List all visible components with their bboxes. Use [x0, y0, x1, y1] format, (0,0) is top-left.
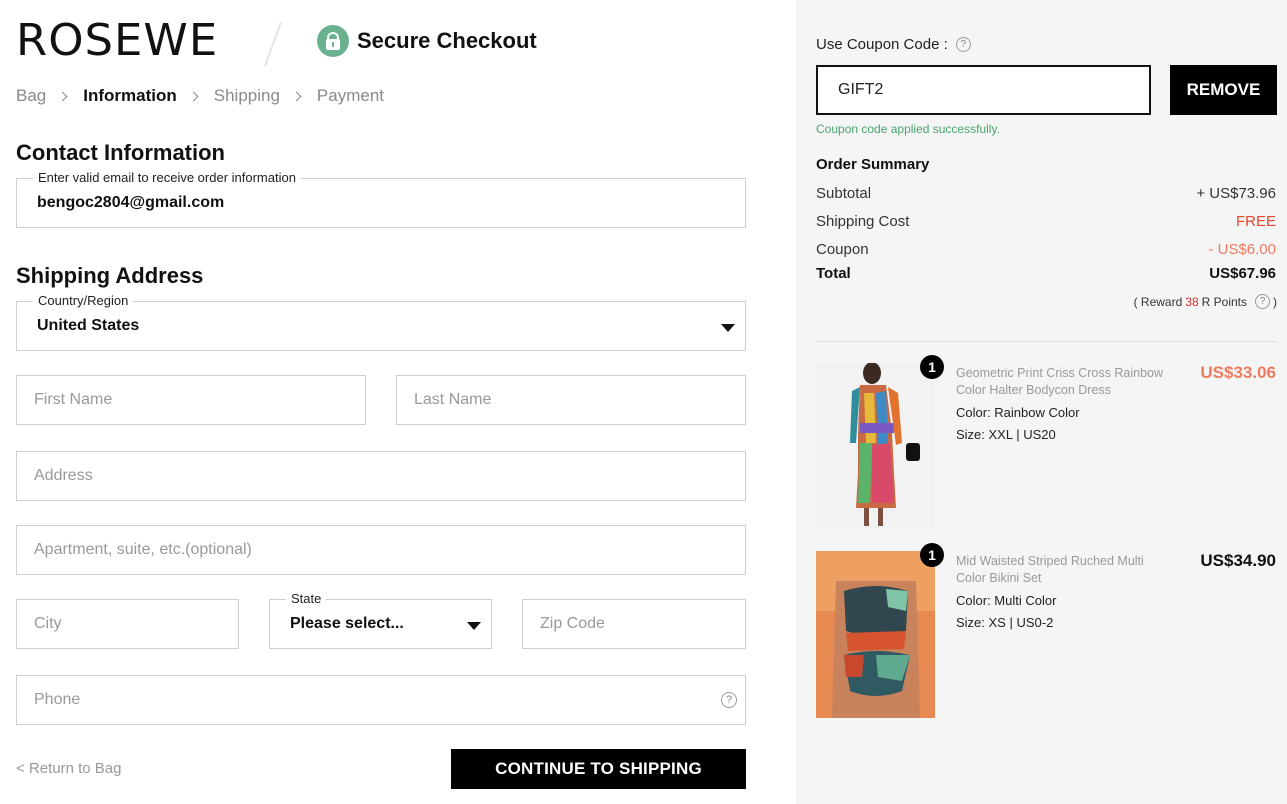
checkout-form-panel: ROSEWE Secure Checkout Bag Information S…: [0, 0, 796, 804]
caret-down-icon: [467, 622, 481, 630]
remove-coupon-button[interactable]: REMOVE: [1170, 65, 1277, 115]
product-price: US$34.90: [1200, 551, 1276, 570]
product-size: Size: XS | US0-2: [956, 615, 1054, 630]
shipping-cost-label: Shipping Cost: [816, 213, 910, 230]
breadcrumb-bag[interactable]: Bag: [16, 86, 46, 106]
phone-field[interactable]: Phone ?: [16, 675, 746, 725]
reward-prefix: ( Reward: [1133, 294, 1183, 309]
email-field[interactable]: Enter valid email to receive order infor…: [16, 170, 746, 228]
contact-heading: Contact Information: [16, 140, 225, 165]
total-value: US$67.96: [1209, 265, 1276, 282]
breadcrumb-payment: Payment: [316, 86, 385, 105]
quantity-badge: 1: [920, 543, 944, 567]
breadcrumb: Bag Information Shipping Payment: [16, 86, 384, 106]
coupon-row-label: Coupon: [816, 241, 869, 258]
product-image-dress[interactable]: [816, 363, 935, 530]
total-label: Total: [816, 265, 851, 282]
caret-down-icon: [721, 324, 735, 332]
first-name-placeholder: First Name: [34, 391, 113, 408]
lock-icon: [317, 25, 349, 57]
continue-to-shipping-button[interactable]: CONTINUE TO SHIPPING: [451, 749, 746, 789]
coupon-success-message: Coupon code applied successfully.: [816, 122, 1000, 136]
city-placeholder: City: [34, 615, 62, 632]
breadcrumb-information: Information: [83, 86, 177, 105]
help-icon[interactable]: ?: [721, 692, 737, 708]
reward-suffix: R Points: [1201, 294, 1247, 309]
phone-placeholder: Phone: [34, 691, 81, 708]
coupon-discount-value: - US$6.00: [1208, 241, 1276, 258]
address-field[interactable]: Address: [16, 451, 746, 501]
chevron-right-icon: [57, 91, 68, 101]
logo-divider: [263, 22, 283, 66]
shipping-cost-row: Shipping Cost FREE: [816, 213, 1276, 230]
city-field[interactable]: City: [16, 599, 239, 649]
first-name-field[interactable]: First Name: [16, 375, 366, 425]
product-image-bikini[interactable]: [816, 551, 935, 718]
shipping-cost-value: FREE: [1235, 213, 1276, 230]
state-value: Please select...: [290, 615, 404, 632]
subtotal-label: Subtotal: [816, 185, 872, 202]
country-select[interactable]: Country/Region United States: [16, 293, 746, 351]
subtotal-row: Subtotal + US$73.96: [816, 185, 1276, 202]
chevron-right-icon: [188, 91, 199, 101]
chevron-right-icon: [291, 91, 302, 101]
rosewe-logo[interactable]: ROSEWE: [16, 18, 218, 64]
apartment-field[interactable]: Apartment, suite, etc.(optional): [16, 525, 746, 575]
address-placeholder: Address: [34, 467, 93, 484]
order-summary-title: Order Summary: [816, 156, 930, 173]
help-icon[interactable]: ?: [1255, 294, 1270, 309]
coupon-label: Use Coupon Code : ?: [816, 36, 971, 53]
last-name-placeholder: Last Name: [414, 391, 492, 408]
order-summary-panel: Use Coupon Code : ? GIFT2 REMOVE Coupon …: [796, 0, 1287, 804]
return-to-bag-link[interactable]: < Return to Bag: [16, 760, 121, 777]
coupon-value: GIFT2: [838, 81, 884, 98]
state-legend: State: [286, 591, 327, 606]
product-name[interactable]: Geometric Print Criss Cross Rainbow Colo…: [956, 365, 1176, 399]
summary-divider: [816, 341, 1277, 342]
product-color: Color: Multi Color: [956, 593, 1057, 608]
state-select[interactable]: State Please select...: [269, 591, 492, 649]
email-legend: Enter valid email to receive order infor…: [33, 170, 301, 185]
coupon-input[interactable]: GIFT2: [816, 65, 1151, 115]
coupon-row: Coupon - US$6.00: [816, 241, 1276, 258]
help-icon[interactable]: ?: [955, 37, 971, 52]
reward-points: ( Reward 38 R Points ? ): [1134, 294, 1277, 309]
reward-close-paren: ): [1273, 294, 1277, 309]
country-legend: Country/Region: [33, 293, 134, 308]
reward-points-value: 38: [1185, 294, 1199, 309]
product-name[interactable]: Mid Waisted Striped Ruched Multi Color B…: [956, 553, 1176, 587]
zip-placeholder: Zip Code: [540, 615, 605, 632]
email-value: bengoc2804@gmail.com: [37, 194, 225, 211]
shipping-heading: Shipping Address: [16, 263, 204, 288]
last-name-field[interactable]: Last Name: [396, 375, 746, 425]
zip-code-field[interactable]: Zip Code: [522, 599, 746, 649]
total-row: Total US$67.96: [816, 265, 1276, 282]
country-value: United States: [37, 317, 140, 334]
product-price: US$33.06: [1200, 363, 1276, 382]
apartment-placeholder: Apartment, suite, etc.(optional): [34, 541, 252, 558]
subtotal-value: + US$73.96: [1196, 185, 1276, 202]
breadcrumb-shipping: Shipping: [213, 86, 280, 105]
coupon-label-text: Use Coupon Code :: [816, 36, 948, 53]
secure-checkout-title: Secure Checkout: [357, 28, 537, 53]
quantity-badge: 1: [920, 355, 944, 379]
product-color: Color: Rainbow Color: [956, 405, 1080, 420]
product-size: Size: XXL | US20: [956, 427, 1056, 442]
